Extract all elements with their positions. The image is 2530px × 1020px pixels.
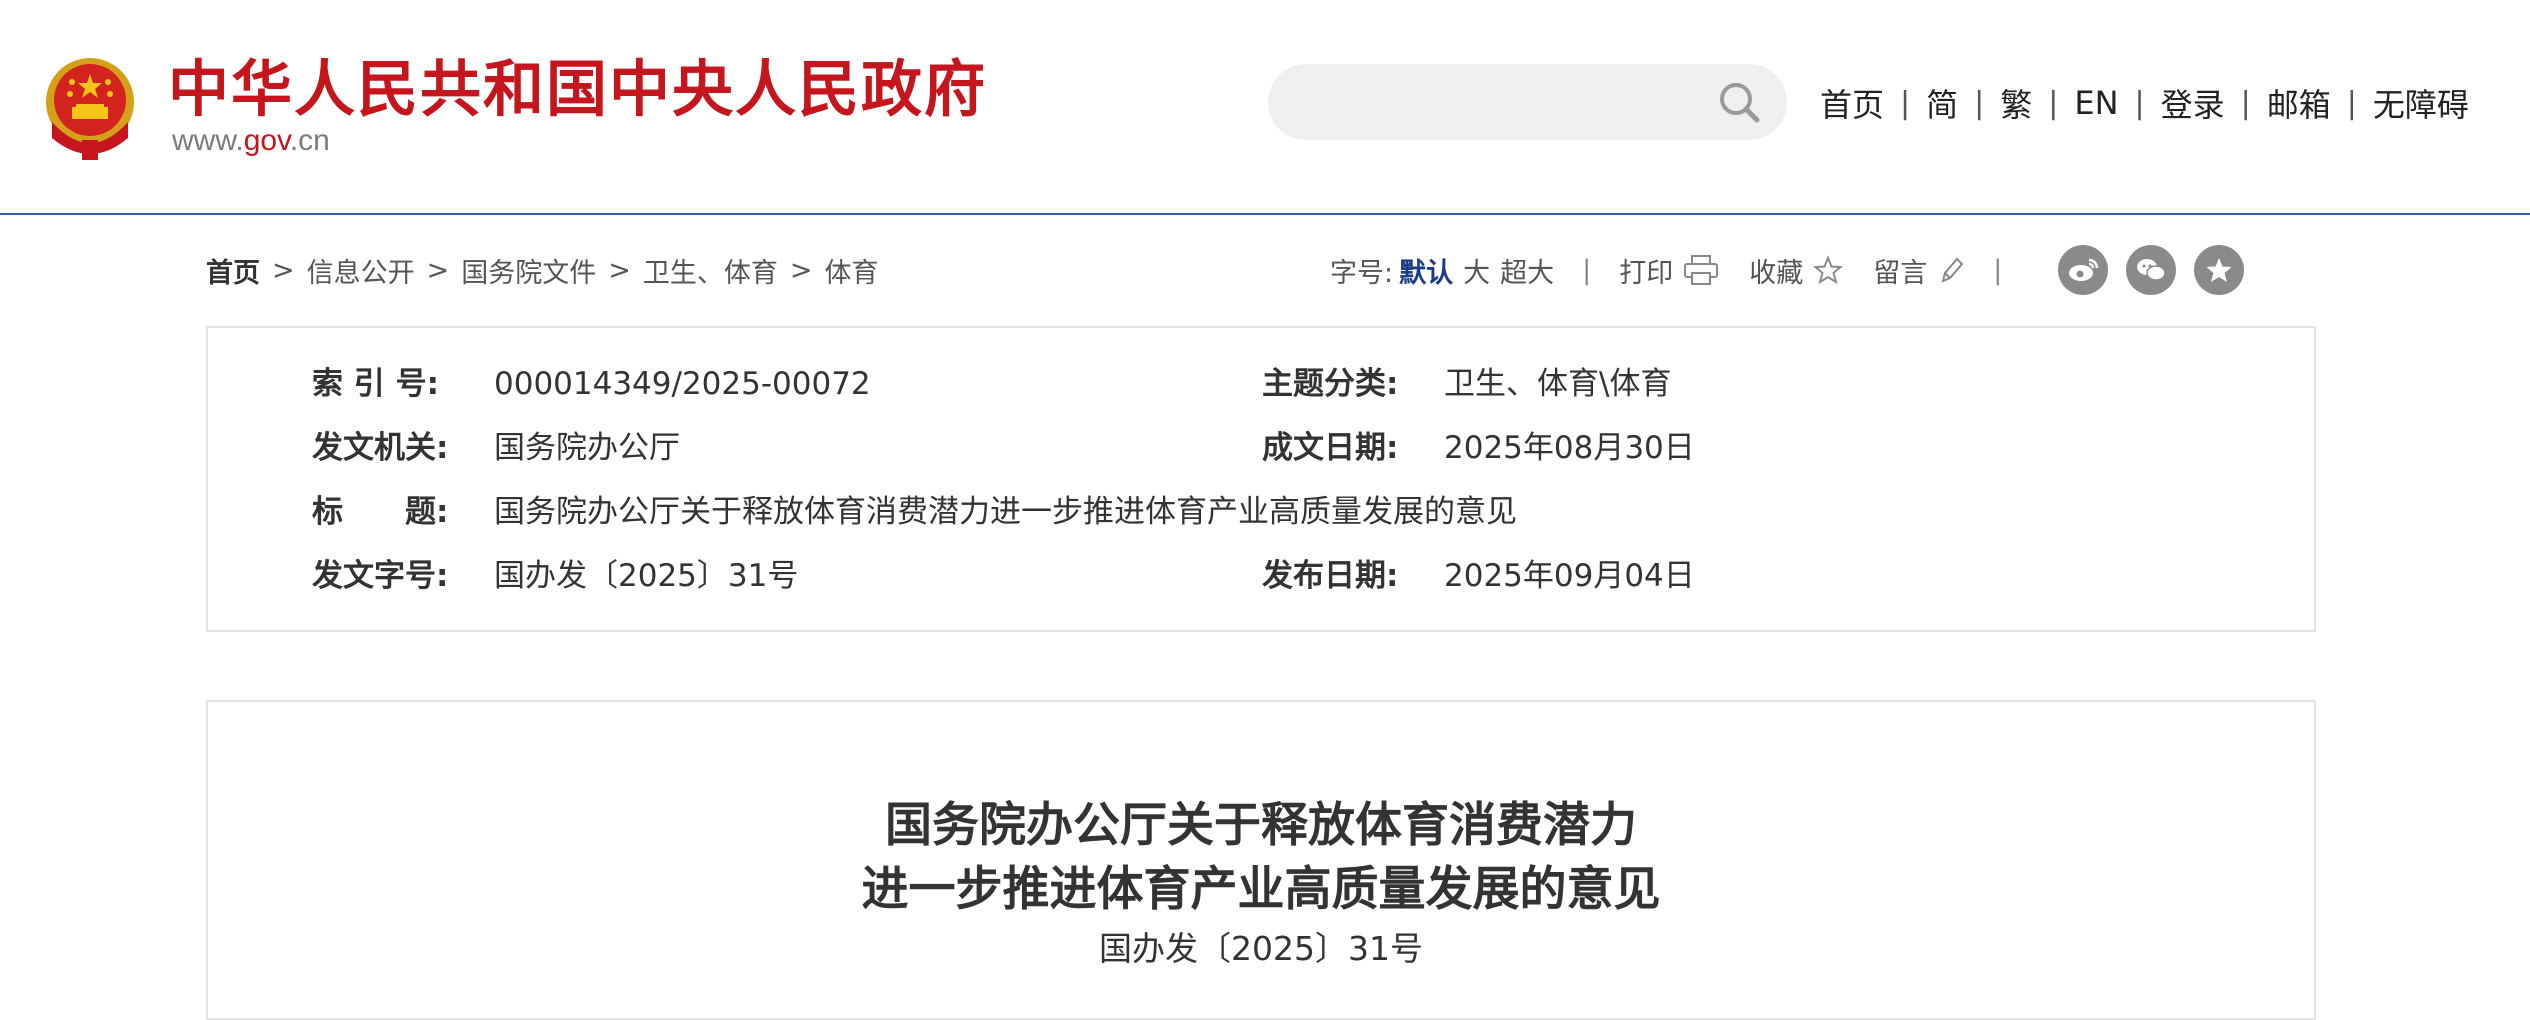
nav-login[interactable]: 登录: [2161, 80, 2225, 126]
print-label: 打印: [1619, 257, 1674, 289]
nav-english[interactable]: EN: [2074, 84, 2118, 122]
top-nav: 首页 | 简 | 繁 | EN | 登录 | 邮箱 | 无障碍: [1820, 78, 2469, 128]
breadcrumb-separator: >: [272, 254, 295, 286]
article-title-line2: 进一步推进体育产业高质量发展的意见: [861, 862, 1661, 917]
comment-label: 留言: [1873, 257, 1928, 289]
meta-value: 国办发〔2025〕31号: [494, 558, 799, 594]
breadcrumb-sports[interactable]: 体育: [825, 251, 879, 290]
share-group: [2058, 245, 2262, 295]
article-body: 国务院办公厅关于释放体育消费潜力 进一步推进体育产业高质量发展的意见 国办发〔2…: [206, 700, 2316, 1020]
article-doc-number: 国办发〔2025〕31号: [1099, 929, 1423, 968]
site-name[interactable]: 中华人民共和国中央人民政府: [168, 50, 987, 130]
meta-label: 标 题:: [312, 494, 449, 530]
nav-separator: |: [1974, 85, 1985, 121]
article-toolbar: 字号: 默认 大 超大 | 打印 收藏 留言 |: [1330, 244, 2262, 296]
nav-separator: |: [2346, 85, 2357, 121]
meta-label: 发文机关:: [312, 430, 449, 466]
header-divider: [0, 213, 2530, 215]
star-icon: [1813, 255, 1844, 285]
breadcrumb-separator: >: [426, 254, 450, 286]
print-button[interactable]: 打印: [1619, 251, 1719, 290]
breadcrumb-separator: >: [608, 254, 631, 286]
nav-accessibility[interactable]: 无障碍: [2373, 80, 2469, 126]
weibo-icon[interactable]: [2058, 245, 2109, 295]
article-title-line1: 国务院办公厅关于释放体育消费潜力: [885, 798, 1637, 853]
search-input[interactable]: [1268, 64, 1787, 140]
site-url-prefix: www.: [172, 124, 244, 157]
font-size-default[interactable]: 默认: [1399, 251, 1453, 290]
breadcrumb-health-sports[interactable]: 卫生、体育: [643, 251, 778, 290]
nav-separator: |: [2134, 85, 2145, 121]
meta-value: 国务院办公厅: [494, 430, 680, 466]
meta-value: 000014349/2025-00072: [494, 366, 871, 402]
breadcrumb-state-council-docs[interactable]: 国务院文件: [461, 251, 596, 290]
nav-separator: |: [2240, 85, 2251, 121]
site-url: www.gov.cn: [172, 124, 330, 158]
nav-traditional[interactable]: 繁: [2000, 80, 2032, 126]
pencil-icon: [1941, 257, 1964, 283]
national-emblem-icon[interactable]: [38, 52, 142, 162]
site-url-domain: gov: [243, 124, 290, 157]
meta-value: 国务院办公厅关于释放体育消费潜力进一步推进体育产业高质量发展的意见: [494, 494, 1517, 530]
meta-label: 成文日期:: [1262, 430, 1399, 466]
meta-label: 索 引 号:: [312, 366, 439, 402]
nav-mail[interactable]: 邮箱: [2267, 80, 2331, 126]
meta-label: 主题分类:: [1262, 366, 1399, 402]
meta-label: 发文字号:: [312, 558, 449, 594]
font-size-label: 字号:: [1330, 257, 1394, 289]
site-header: 中华人民共和国中央人民政府 www.gov.cn 首页 | 简 | 繁 | EN…: [0, 0, 2530, 214]
breadcrumb-home[interactable]: 首页: [206, 251, 260, 290]
wechat-icon[interactable]: [2126, 245, 2177, 295]
font-size-xlarge[interactable]: 超大: [1500, 251, 1554, 290]
breadcrumb-info-disclosure[interactable]: 信息公开: [307, 251, 415, 290]
meta-value: 2025年08月30日: [1444, 430, 1695, 466]
favorite-label: 收藏: [1749, 257, 1804, 289]
document-metadata: 索 引 号: 000014349/2025-00072 主题分类: 卫生、体育\…: [206, 326, 2316, 632]
nav-home[interactable]: 首页: [1820, 80, 1884, 126]
nav-separator: |: [2048, 85, 2059, 121]
favorite-button[interactable]: 收藏: [1749, 251, 1844, 290]
comment-button[interactable]: 留言: [1873, 251, 1965, 290]
site-url-suffix: .cn: [289, 124, 330, 157]
toolbar-divider: |: [1993, 254, 2003, 286]
meta-value: 卫生、体育\体育: [1444, 366, 1672, 402]
meta-value: 2025年09月04日: [1444, 558, 1695, 594]
search-icon[interactable]: [1717, 80, 1761, 124]
nav-separator: |: [1900, 85, 1911, 121]
meta-label: 发布日期:: [1262, 558, 1399, 594]
printer-icon: [1684, 255, 1719, 285]
font-size-large[interactable]: 大: [1463, 251, 1490, 290]
toolbar-divider: |: [1582, 254, 1592, 286]
breadcrumb-separator: >: [789, 254, 813, 286]
nav-simplified[interactable]: 简: [1926, 80, 1958, 126]
qzone-icon[interactable]: [2194, 245, 2245, 295]
breadcrumb: 首页 > 信息公开 > 国务院文件 > 卫生、体育 > 体育: [206, 250, 879, 290]
